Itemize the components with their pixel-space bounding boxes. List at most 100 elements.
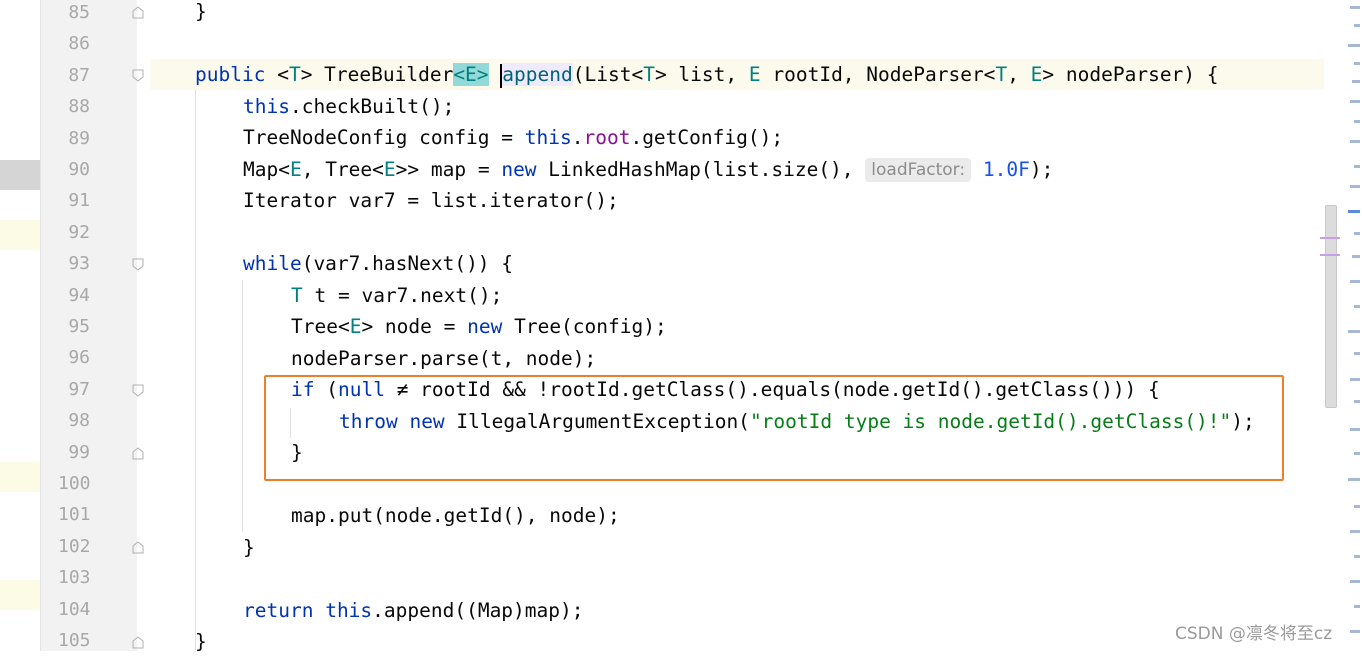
stripe-mark xyxy=(1348,330,1360,333)
line-number: 99 xyxy=(68,441,90,463)
stripe-mark xyxy=(1350,140,1360,143)
stripe-mark xyxy=(1350,100,1360,103)
line-number: 86 xyxy=(68,33,90,55)
line-number: 98 xyxy=(68,410,90,432)
matched-type-param: <E> xyxy=(453,63,489,86)
code-text: } xyxy=(195,0,207,23)
code-line-87[interactable]: public <T> TreeBuilder<E> append(List<T>… xyxy=(150,59,1340,91)
keyword: public xyxy=(195,63,278,86)
stripe-mark xyxy=(1354,452,1360,455)
code-area[interactable]: } public <T> TreeBuilder<E> append(List<… xyxy=(150,0,1340,653)
code-fragment: t = var7.next(); xyxy=(302,284,503,307)
keyword: new xyxy=(467,315,503,338)
code-line-102[interactable]: } xyxy=(150,532,1340,563)
stripe-mark xyxy=(1354,120,1360,123)
stripe-mark xyxy=(1354,232,1360,235)
line-number: 105 xyxy=(58,630,91,651)
type-param: E xyxy=(748,63,761,86)
fold-end-icon[interactable] xyxy=(131,540,145,554)
line-number: 97 xyxy=(68,378,90,400)
stripe-mark xyxy=(1354,24,1360,27)
code-text: Iterator var7 = list.iterator(); xyxy=(243,189,619,212)
code-fragment: (List< xyxy=(572,63,644,86)
strip-marker xyxy=(0,580,40,610)
fold-start-icon[interactable] xyxy=(131,258,145,272)
code-fragment: , Tree< xyxy=(301,158,384,181)
stripe-mark xyxy=(1354,400,1360,403)
code-fragment: TreeNodeConfig config = xyxy=(243,126,525,149)
code-line-101[interactable]: map.put(node.getId(), node); xyxy=(150,500,1340,531)
error-stripe-mark[interactable] xyxy=(1320,237,1340,239)
fold-start-icon[interactable] xyxy=(131,384,145,398)
stripe-mark xyxy=(1350,580,1360,583)
fold-end-icon[interactable] xyxy=(131,635,145,649)
code-fragment: rootId, NodeParser< xyxy=(760,63,996,86)
stripe-mark xyxy=(1354,605,1360,608)
punct: > xyxy=(300,63,325,86)
code-line-91[interactable]: Iterator var7 = list.iterator(); xyxy=(150,185,1340,216)
scrollbar-thumb[interactable] xyxy=(1325,205,1337,408)
stripe-mark xyxy=(1354,505,1360,508)
stripe-mark xyxy=(1350,280,1360,283)
fold-end-icon[interactable] xyxy=(131,446,145,460)
code-line-93[interactable]: while(var7.hasNext()) { xyxy=(150,248,1340,279)
code-line-96[interactable]: nodeParser.parse(t, node); xyxy=(150,343,1340,374)
code-fragment: ); xyxy=(1029,158,1054,181)
line-number: 93 xyxy=(68,253,90,275)
code-line-89[interactable]: TreeNodeConfig config = this.root.getCon… xyxy=(150,122,1340,153)
code-text: TreeNodeConfig config = this.root.getCon… xyxy=(243,122,783,153)
code-text: public <T> TreeBuilder<E> append(List<T>… xyxy=(195,59,1219,90)
error-stripe-mark[interactable] xyxy=(1320,254,1340,256)
stripe-mark xyxy=(1348,210,1360,213)
stripe-mark xyxy=(1354,165,1360,168)
code-fragment: > node = xyxy=(361,315,468,338)
keyword: this xyxy=(524,126,572,149)
type-param: E xyxy=(349,315,362,338)
code-fragment: > list, xyxy=(654,63,749,86)
stripe-mark xyxy=(1350,185,1360,188)
code-line-104[interactable]: return this.append((Map)map); xyxy=(150,595,1340,626)
keyword: while xyxy=(243,252,302,275)
stripe-mark xyxy=(1354,352,1360,355)
code-fragment: .checkBuilt(); xyxy=(289,95,455,118)
keyword: return xyxy=(243,599,314,622)
stripe-mark xyxy=(1352,80,1360,83)
number-literal: 1.0F xyxy=(982,158,1030,181)
strip-marker xyxy=(0,462,40,492)
class-name: TreeBuilder xyxy=(324,63,454,86)
strip-marker xyxy=(0,220,40,250)
code-fragment: .getConfig(); xyxy=(630,126,784,149)
code-line-95[interactable]: Tree<E> node = new Tree(config); xyxy=(150,311,1340,342)
line-number: 101 xyxy=(58,504,91,526)
code-text: } xyxy=(195,630,207,653)
line-number: 88 xyxy=(68,96,90,118)
stripe-mark xyxy=(1348,44,1360,47)
code-fragment: , xyxy=(1007,63,1031,86)
stripe-mark xyxy=(1350,378,1360,381)
code-editor[interactable]: 85 86 87 88 89 90 91 92 93 94 95 96 97 9… xyxy=(0,0,1362,653)
keyword: this xyxy=(325,599,373,622)
line-number: 92 xyxy=(68,221,90,243)
code-fragment: Tree< xyxy=(291,315,350,338)
keyword: new xyxy=(501,158,537,181)
fold-start-icon[interactable] xyxy=(131,69,145,83)
code-line-90[interactable]: Map<E, Tree<E>> map = new LinkedHashMap(… xyxy=(150,154,1340,185)
code-line-94[interactable]: T t = var7.next(); xyxy=(150,280,1340,311)
code-line-105[interactable]: } xyxy=(150,626,1340,657)
stripe-mark xyxy=(1350,6,1360,9)
line-number: 102 xyxy=(58,535,91,557)
line-number: 90 xyxy=(68,159,90,180)
code-line-85[interactable]: } xyxy=(150,0,1340,27)
code-line-88[interactable]: this.checkBuilt(); xyxy=(150,91,1340,122)
code-text: } xyxy=(243,536,255,559)
type-param: T xyxy=(288,63,301,86)
line-number: 89 xyxy=(68,127,90,149)
code-text: Map<E, Tree<E>> map = new LinkedHashMap(… xyxy=(243,154,1053,185)
change-marker-stripe[interactable] xyxy=(1344,0,1362,651)
fold-end-icon[interactable] xyxy=(131,5,145,19)
stripe-mark xyxy=(1352,255,1360,258)
code-text: this.checkBuilt(); xyxy=(243,91,454,122)
code-fragment: LinkedHashMap(list.size(), xyxy=(536,158,866,181)
